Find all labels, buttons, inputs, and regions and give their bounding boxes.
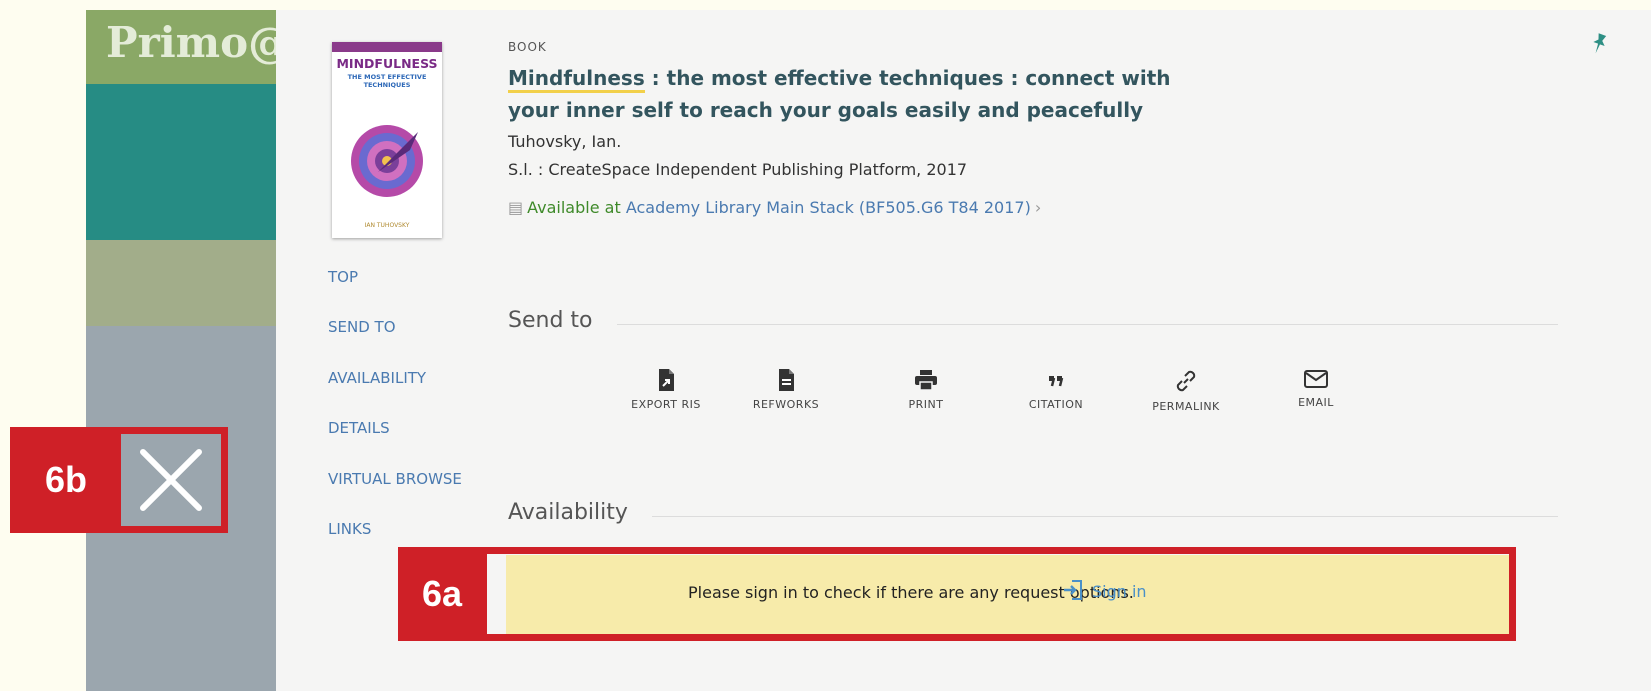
send-to-section: Send to (508, 308, 1558, 333)
record-brief: BOOK Mindfulness : the most effective te… (508, 40, 1171, 217)
pin-icon[interactable] (1589, 32, 1609, 56)
cover-subtitle: THE MOST EFFECTIVE TECHNIQUES (347, 73, 427, 89)
annotation-frame-6a (480, 547, 1516, 641)
close-icon (140, 449, 202, 511)
export-ris-button[interactable]: EXPORT RIS (616, 368, 716, 411)
background-olive-band (86, 240, 276, 326)
primo-logo: Primo@ (86, 10, 290, 84)
annotation-tag-6a: 6a (398, 547, 486, 641)
print-button[interactable]: PRINT (876, 368, 976, 411)
nav-item-send-to[interactable]: SEND TO (328, 318, 396, 336)
cover-title: MINDFULNESS (336, 56, 438, 71)
background-app-sidebar: Primo@ (86, 10, 290, 691)
permalink-icon (1176, 370, 1196, 392)
nav-item-availability[interactable]: AVAILABILITY (328, 369, 426, 387)
record-author: Tuhovsky, Ian. (508, 132, 622, 151)
mandala-graphic (351, 125, 423, 197)
citation-icon (1049, 376, 1064, 387)
email-button[interactable]: EMAIL (1266, 368, 1366, 409)
background-teal-band (86, 84, 276, 240)
citation-button[interactable]: CITATION (1006, 368, 1106, 411)
print-icon (915, 370, 937, 391)
refworks-icon (779, 369, 794, 391)
send-to-heading: Send to (508, 308, 617, 333)
book-cover-image[interactable]: MINDFULNESS THE MOST EFFECTIVE TECHNIQUE… (332, 42, 442, 238)
email-icon (1304, 370, 1328, 388)
book-icon: ▤ (508, 198, 524, 217)
chevron-right-icon: › (1034, 198, 1042, 217)
nav-item-details[interactable]: DETAILS (328, 419, 390, 437)
record-title-link[interactable]: Mindfulness : the most effective techniq… (508, 62, 1228, 126)
export-ris-icon (659, 369, 674, 391)
nav-item-virtual-browse[interactable]: VIRTUAL BROWSE (328, 470, 462, 488)
availability-section: Availability (508, 500, 1558, 525)
availability-status: Available at (527, 198, 621, 217)
availability-link[interactable]: ▤ Available at Academy Library Main Stack… (508, 198, 1208, 217)
permalink-button[interactable]: PERMALINK (1136, 368, 1236, 413)
record-type: BOOK (508, 40, 547, 54)
availability-heading: Availability (508, 500, 652, 525)
close-button[interactable] (114, 427, 228, 533)
record-publisher: S.l. : CreateSpace Independent Publishin… (508, 160, 968, 179)
nav-item-links[interactable]: LINKS (328, 520, 371, 538)
cover-author: IAN TUHOVSKY (364, 222, 410, 229)
refworks-button[interactable]: REFWORKS (736, 368, 836, 411)
annotation-tag-6b: 6b (10, 427, 122, 533)
nav-item-top[interactable]: TOP (328, 268, 358, 286)
availability-location: Academy Library Main Stack (BF505.G6 T84… (625, 198, 1031, 217)
title-highlight: Mindfulness (508, 66, 645, 93)
